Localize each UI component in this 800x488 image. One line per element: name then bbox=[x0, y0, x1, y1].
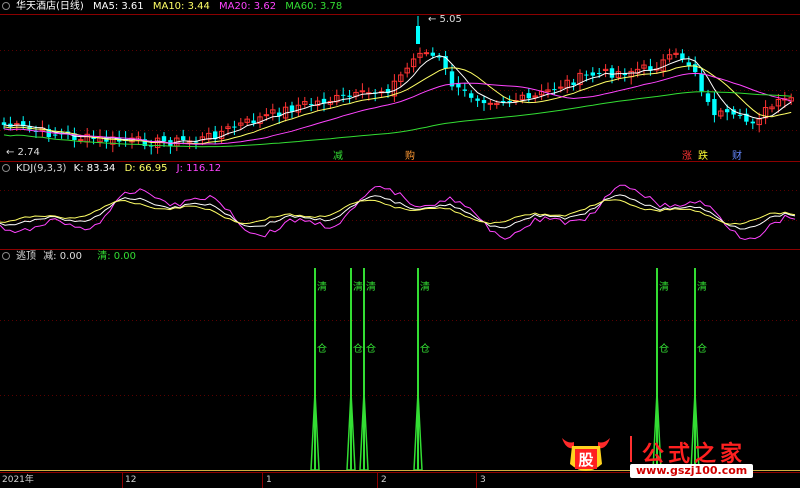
signal-label-top: 清 bbox=[353, 280, 363, 293]
kdj-d-line bbox=[0, 199, 796, 225]
ma60-line bbox=[3, 91, 792, 148]
ma20-label: MA20: 3.62 bbox=[219, 1, 277, 12]
candle-body-down bbox=[712, 99, 717, 116]
candle-body-down bbox=[737, 114, 743, 116]
candle-body-down bbox=[469, 93, 474, 98]
event-marker: 财 bbox=[732, 149, 742, 162]
stock-name: 华天酒店(日线) bbox=[16, 1, 84, 12]
main-panel-header: 华天酒店(日线) MA5: 3.61 MA10: 3.44 MA20: 3.62… bbox=[0, 0, 348, 14]
event-marker: 购 bbox=[405, 149, 415, 162]
signal-label-bottom: 仓 bbox=[317, 342, 327, 355]
candle-body-down bbox=[705, 93, 711, 102]
signal-jian-value: 减: 0.00 bbox=[43, 251, 83, 262]
ma5-label: MA5: 3.61 bbox=[93, 1, 144, 12]
time-axis-jan: 1 bbox=[266, 475, 272, 485]
candle-body-down bbox=[481, 100, 487, 104]
signal-label-bottom: 仓 bbox=[353, 342, 363, 355]
candle-body-down bbox=[609, 68, 615, 78]
candle-body-down bbox=[437, 56, 442, 58]
signal-qing-value: 清: 0.00 bbox=[97, 251, 137, 262]
candle-body-down bbox=[475, 98, 480, 101]
candle-body-down bbox=[309, 104, 314, 106]
signal-label-top: 清 bbox=[317, 280, 327, 293]
panel-toggle-icon[interactable] bbox=[2, 164, 10, 172]
candle-body-down bbox=[686, 62, 691, 66]
signal-label-bottom: 仓 bbox=[659, 342, 669, 355]
kdj-d-value: D: 66.95 bbox=[124, 163, 168, 174]
watermark-url[interactable]: www.gszj100.com bbox=[630, 464, 754, 478]
candle-body-down bbox=[251, 120, 256, 124]
candle-body-down bbox=[430, 52, 435, 56]
candle-body-down bbox=[289, 105, 295, 112]
low-price-label: ← 2.74 bbox=[6, 147, 40, 158]
bull-logo-icon: 股 bbox=[562, 438, 610, 471]
signal-label-bottom: 仓 bbox=[697, 342, 707, 355]
candle-body-down bbox=[571, 82, 576, 86]
kdj-j-value: J: 116.12 bbox=[176, 163, 222, 174]
candle-body-down bbox=[347, 95, 352, 97]
candle-body-down bbox=[699, 73, 704, 92]
peak-candle bbox=[416, 26, 420, 44]
candle-body-up bbox=[263, 114, 270, 117]
signal-title: 逃顶 bbox=[16, 251, 36, 262]
kdj-k-value: K: 83.34 bbox=[73, 163, 116, 174]
candle-body-up bbox=[78, 139, 84, 142]
candle-body-down bbox=[181, 136, 186, 141]
candle-body-up bbox=[487, 102, 494, 105]
ma20-line bbox=[3, 72, 792, 145]
ma60-label: MA60: 3.78 bbox=[285, 1, 343, 12]
kdj-panel-header: KDJ(9,3,3) K: 83.34 D: 66.95 J: 116.12 bbox=[0, 162, 227, 176]
kdj-j-line bbox=[0, 184, 796, 241]
chart-canvas[interactable]: ← 5.05 ← 2.74 减 购 涨跌 财清仓 清仓 清仓 清仓 清仓 清仓 bbox=[0, 0, 800, 488]
candle-body-down bbox=[161, 136, 167, 142]
signal-label-top: 清 bbox=[659, 280, 669, 293]
high-price-label: ← 5.05 bbox=[428, 14, 462, 25]
signal-label-bottom: 仓 bbox=[420, 342, 430, 355]
candle-body-down bbox=[1, 122, 7, 125]
panel-toggle-icon[interactable] bbox=[2, 252, 10, 260]
signal-label-top: 清 bbox=[697, 280, 707, 293]
kdj-k-line bbox=[0, 194, 796, 230]
candle-body-down bbox=[552, 89, 557, 91]
candle-body-up bbox=[359, 90, 366, 93]
event-marker: 减 bbox=[333, 150, 343, 162]
candle-body-down bbox=[526, 93, 531, 99]
time-axis-year: 2021年 bbox=[2, 475, 34, 485]
time-axis-feb: 2 bbox=[381, 475, 387, 485]
ma10-label: MA10: 3.44 bbox=[152, 1, 210, 12]
signal-label-bottom: 仓 bbox=[366, 342, 376, 355]
candle-body-down bbox=[232, 126, 237, 128]
candle-body-down bbox=[462, 89, 467, 91]
panel-toggle-icon[interactable] bbox=[2, 2, 10, 10]
candle-body-down bbox=[597, 72, 602, 74]
candle-body-down bbox=[584, 74, 589, 76]
event-marker: 跌 bbox=[698, 149, 708, 162]
candle-body-down bbox=[693, 64, 698, 73]
signal-panel-header: 逃顶 减: 0.00 清: 0.00 bbox=[0, 250, 142, 264]
candle-body-down bbox=[341, 94, 346, 96]
candle-body-down bbox=[590, 72, 595, 76]
watermark-divider bbox=[630, 436, 632, 462]
kdj-title: KDJ(9,3,3) bbox=[16, 163, 67, 174]
watermark: 股 公式之家 www.gszj100.com bbox=[560, 432, 780, 482]
candle-body-down bbox=[507, 101, 512, 103]
time-axis-mar: 3 bbox=[480, 475, 486, 485]
candle-body-down bbox=[750, 121, 755, 124]
signal-label-top: 清 bbox=[420, 280, 430, 293]
signal-label-top: 清 bbox=[366, 280, 376, 293]
svg-text:股: 股 bbox=[578, 451, 594, 469]
candle-body-down bbox=[725, 109, 730, 113]
candle-body-down bbox=[680, 53, 685, 60]
candle-body-down bbox=[53, 134, 58, 136]
candle-body-up bbox=[423, 52, 430, 55]
event-marker: 涨 bbox=[682, 150, 692, 162]
time-axis-dec: 12 bbox=[125, 475, 137, 485]
